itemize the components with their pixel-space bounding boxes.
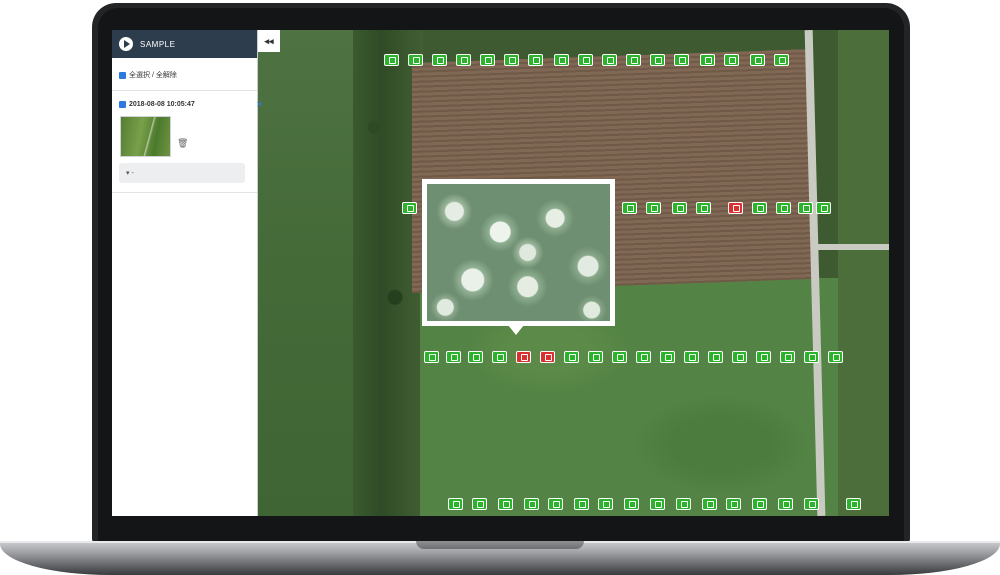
camera-marker-icon[interactable] <box>728 202 743 214</box>
sidebar: SAMPLE 全選択 / 全解除 2018-08-08 10:05:47 ✕ 🗑… <box>112 30 263 516</box>
entry-date: 2018-08-08 10:05:47 <box>129 101 195 108</box>
camera-marker-icon[interactable] <box>650 54 665 66</box>
camera-marker-icon[interactable] <box>650 498 665 510</box>
camera-marker-icon[interactable] <box>446 351 461 363</box>
laptop-screen: SAMPLE 全選択 / 全解除 2018-08-08 10:05:47 ✕ 🗑… <box>112 30 889 516</box>
camera-marker-icon[interactable] <box>752 498 767 510</box>
field-left <box>258 30 358 516</box>
camera-marker-icon[interactable] <box>598 498 613 510</box>
camera-marker-icon[interactable] <box>402 202 417 214</box>
camera-marker-icon[interactable] <box>624 498 639 510</box>
camera-marker-icon[interactable] <box>408 54 423 66</box>
sidebar-header: SAMPLE <box>112 30 257 58</box>
camera-marker-icon[interactable] <box>492 351 507 363</box>
laptop-base <box>0 541 1000 575</box>
camera-marker-icon[interactable] <box>516 351 531 363</box>
entry-checkbox[interactable] <box>119 101 126 108</box>
road-horizontal <box>811 244 889 250</box>
entry-thumbnail[interactable] <box>120 116 171 157</box>
camera-marker-icon[interactable] <box>724 54 739 66</box>
collapse-sidebar-button[interactable]: ◂◂ <box>258 30 280 52</box>
entry-dropdown[interactable]: ▾ - <box>119 163 245 183</box>
select-all-row[interactable]: 全選択 / 全解除 <box>112 70 271 80</box>
camera-marker-icon[interactable] <box>472 498 487 510</box>
select-all-checkbox[interactable] <box>119 71 126 79</box>
camera-marker-icon[interactable] <box>540 351 555 363</box>
camera-marker-icon[interactable] <box>578 54 593 66</box>
camera-marker-icon[interactable] <box>424 351 439 363</box>
laptop-notch <box>416 541 584 549</box>
camera-marker-icon[interactable] <box>798 202 813 214</box>
divider <box>112 192 257 193</box>
entry-row[interactable]: 2018-08-08 10:05:47 ✕ <box>112 100 271 109</box>
camera-marker-icon[interactable] <box>498 498 513 510</box>
camera-marker-icon[interactable] <box>626 54 641 66</box>
camera-marker-icon[interactable] <box>672 202 687 214</box>
camera-marker-icon[interactable] <box>480 54 495 66</box>
camera-marker-icon[interactable] <box>804 498 819 510</box>
camera-marker-icon[interactable] <box>804 351 819 363</box>
camera-marker-icon[interactable] <box>384 54 399 66</box>
field-right <box>838 30 889 516</box>
camera-marker-icon[interactable] <box>622 202 637 214</box>
photo-popup[interactable] <box>422 179 615 335</box>
camera-marker-icon[interactable] <box>646 202 661 214</box>
camera-marker-icon[interactable] <box>660 351 675 363</box>
camera-marker-icon[interactable] <box>780 351 795 363</box>
camera-marker-icon[interactable] <box>674 54 689 66</box>
camera-marker-icon[interactable] <box>752 202 767 214</box>
camera-marker-icon[interactable] <box>846 498 861 510</box>
camera-marker-icon[interactable] <box>756 351 771 363</box>
camera-marker-icon[interactable] <box>504 54 519 66</box>
play-icon[interactable] <box>119 37 133 51</box>
camera-marker-icon[interactable] <box>468 351 483 363</box>
select-all-label: 全選択 / 全解除 <box>129 72 177 79</box>
camera-marker-icon[interactable] <box>726 498 741 510</box>
camera-marker-icon[interactable] <box>448 498 463 510</box>
sidebar-title: SAMPLE <box>140 39 176 49</box>
camera-marker-icon[interactable] <box>524 498 539 510</box>
camera-marker-icon[interactable] <box>774 54 789 66</box>
close-icon[interactable]: ✕ <box>256 100 263 109</box>
camera-marker-icon[interactable] <box>636 351 651 363</box>
camera-marker-icon[interactable] <box>554 54 569 66</box>
camera-marker-icon[interactable] <box>432 54 447 66</box>
camera-marker-icon[interactable] <box>750 54 765 66</box>
camera-marker-icon[interactable] <box>700 54 715 66</box>
camera-marker-icon[interactable] <box>776 202 791 214</box>
trash-icon[interactable]: 🗑 <box>177 138 188 149</box>
aerial-map[interactable] <box>258 30 889 516</box>
camera-marker-icon[interactable] <box>676 498 691 510</box>
camera-marker-icon[interactable] <box>574 498 589 510</box>
camera-marker-icon[interactable] <box>602 54 617 66</box>
camera-marker-icon[interactable] <box>778 498 793 510</box>
divider <box>112 90 257 91</box>
camera-marker-icon[interactable] <box>708 351 723 363</box>
camera-marker-icon[interactable] <box>696 202 711 214</box>
camera-marker-icon[interactable] <box>732 351 747 363</box>
camera-marker-icon[interactable] <box>612 351 627 363</box>
camera-marker-icon[interactable] <box>588 351 603 363</box>
camera-marker-icon[interactable] <box>816 202 831 214</box>
camera-marker-icon[interactable] <box>528 54 543 66</box>
camera-marker-icon[interactable] <box>548 498 563 510</box>
camera-marker-icon[interactable] <box>828 351 843 363</box>
camera-marker-icon[interactable] <box>456 54 471 66</box>
camera-marker-icon[interactable] <box>564 351 579 363</box>
camera-marker-icon[interactable] <box>684 351 699 363</box>
cabbage-photo <box>427 184 610 321</box>
camera-marker-icon[interactable] <box>702 498 717 510</box>
